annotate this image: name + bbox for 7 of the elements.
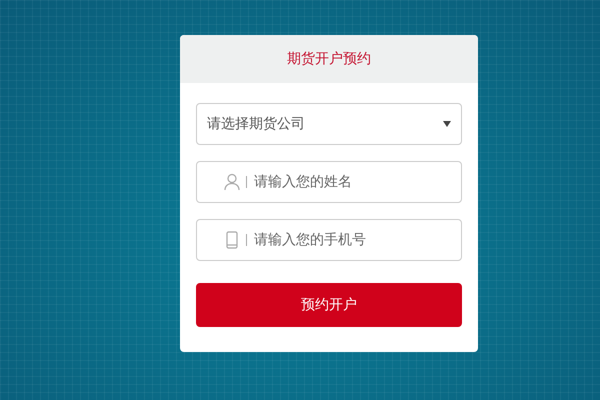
card-header: 期货开户预约: [180, 35, 478, 83]
phone-icon: [224, 231, 240, 249]
name-field[interactable]: 请输入您的姓名: [196, 161, 462, 203]
person-icon: [224, 173, 240, 191]
submit-button[interactable]: 预约开户: [196, 283, 462, 327]
company-select[interactable]: 请选择期货公司: [196, 103, 462, 145]
phone-field[interactable]: 请输入您的手机号: [196, 219, 462, 261]
